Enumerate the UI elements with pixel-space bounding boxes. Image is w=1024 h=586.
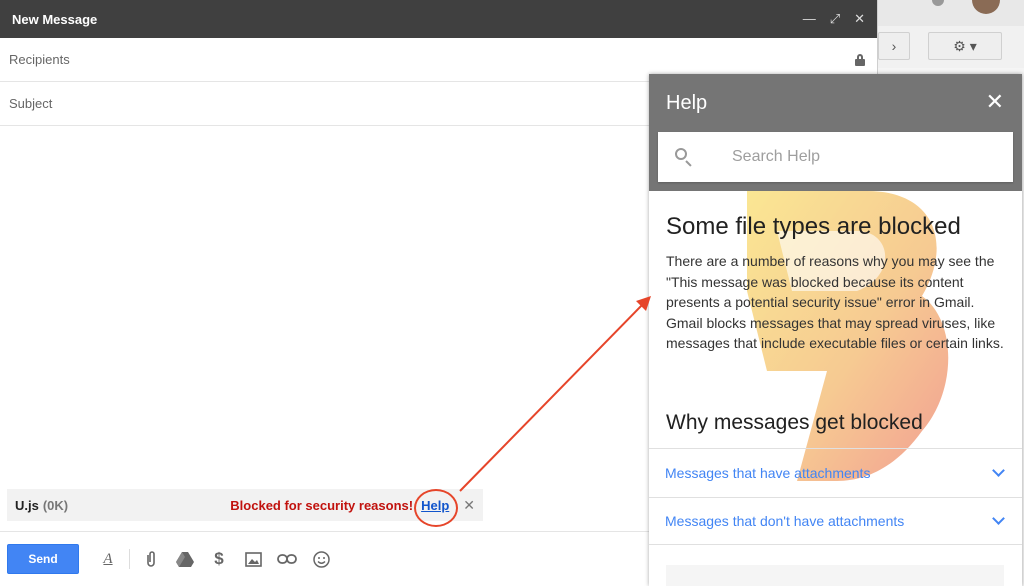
help-close-icon[interactable]: ✕ [986, 89, 1004, 115]
accordion-label: Messages that don't have attachments [665, 513, 905, 529]
help-panel: Help ✕ Search Help Some file types are b… [649, 74, 1022, 586]
attachment-chip: U.js (0K) Blocked for security reasons! … [7, 488, 483, 527]
help-article: Some file types are blocked There are a … [649, 191, 1022, 586]
insert-emoji-icon[interactable] [304, 544, 338, 574]
article-title: Some file types are blocked [666, 213, 961, 240]
accordion-label: Messages that have attachments [665, 464, 871, 481]
next-page-button[interactable]: › [878, 32, 910, 60]
send-button[interactable]: Send [7, 544, 79, 574]
help-header: Help ✕ Search Help [649, 74, 1022, 191]
section-title: Why messages get blocked [666, 411, 923, 434]
gear-icon: ⚙ ▾ [953, 37, 977, 54]
attach-files-icon[interactable] [134, 544, 168, 574]
help-more-content [666, 565, 1004, 586]
help-title: Help [666, 92, 708, 114]
chevron-down-icon [992, 512, 1005, 525]
insert-photo-icon[interactable] [236, 544, 270, 574]
accordion-no-attachments[interactable]: Messages that don't have attachments [649, 497, 1022, 545]
formatting-options-icon[interactable]: A [91, 544, 125, 574]
close-icon[interactable]: ✕ [854, 11, 865, 27]
chevron-down-icon [992, 463, 1005, 477]
subject-placeholder: Subject [9, 96, 53, 111]
article-text: There are a number of reasons why you ma… [666, 253, 1004, 352]
accordion-attachments[interactable]: Messages that have attachments [649, 448, 1022, 496]
toolbar-divider [129, 549, 130, 569]
minimize-icon[interactable]: — [803, 11, 816, 27]
settings-button[interactable]: ⚙ ▾ [928, 32, 1002, 60]
attachment-size: (0K) [42, 497, 69, 513]
chevron-right-icon: › [891, 38, 897, 54]
help-search-box[interactable]: Search Help [658, 132, 1013, 182]
help-search-input[interactable]: Search Help [732, 148, 820, 166]
remove-attachment-icon[interactable]: ✕ [463, 497, 475, 514]
search-icon [674, 147, 694, 167]
attachment-name[interactable]: U.js [15, 498, 39, 513]
compose-header: New Message — ⤢ ✕ [0, 0, 877, 38]
attachment-blocked-warning: Blocked for security reasons! [230, 497, 414, 513]
recipients-placeholder: Recipients [9, 52, 70, 67]
attachment-help-link[interactable]: Help [414, 488, 459, 527]
compose-title: New Message [12, 11, 98, 27]
send-money-icon[interactable]: $ [202, 544, 236, 574]
lock-icon [855, 53, 865, 66]
pop-out-icon[interactable]: ⤢ [830, 11, 840, 27]
google-drive-icon[interactable] [168, 544, 202, 574]
insert-link-icon[interactable] [270, 544, 304, 574]
window-controls: — ⤢ ✕ [803, 11, 865, 27]
